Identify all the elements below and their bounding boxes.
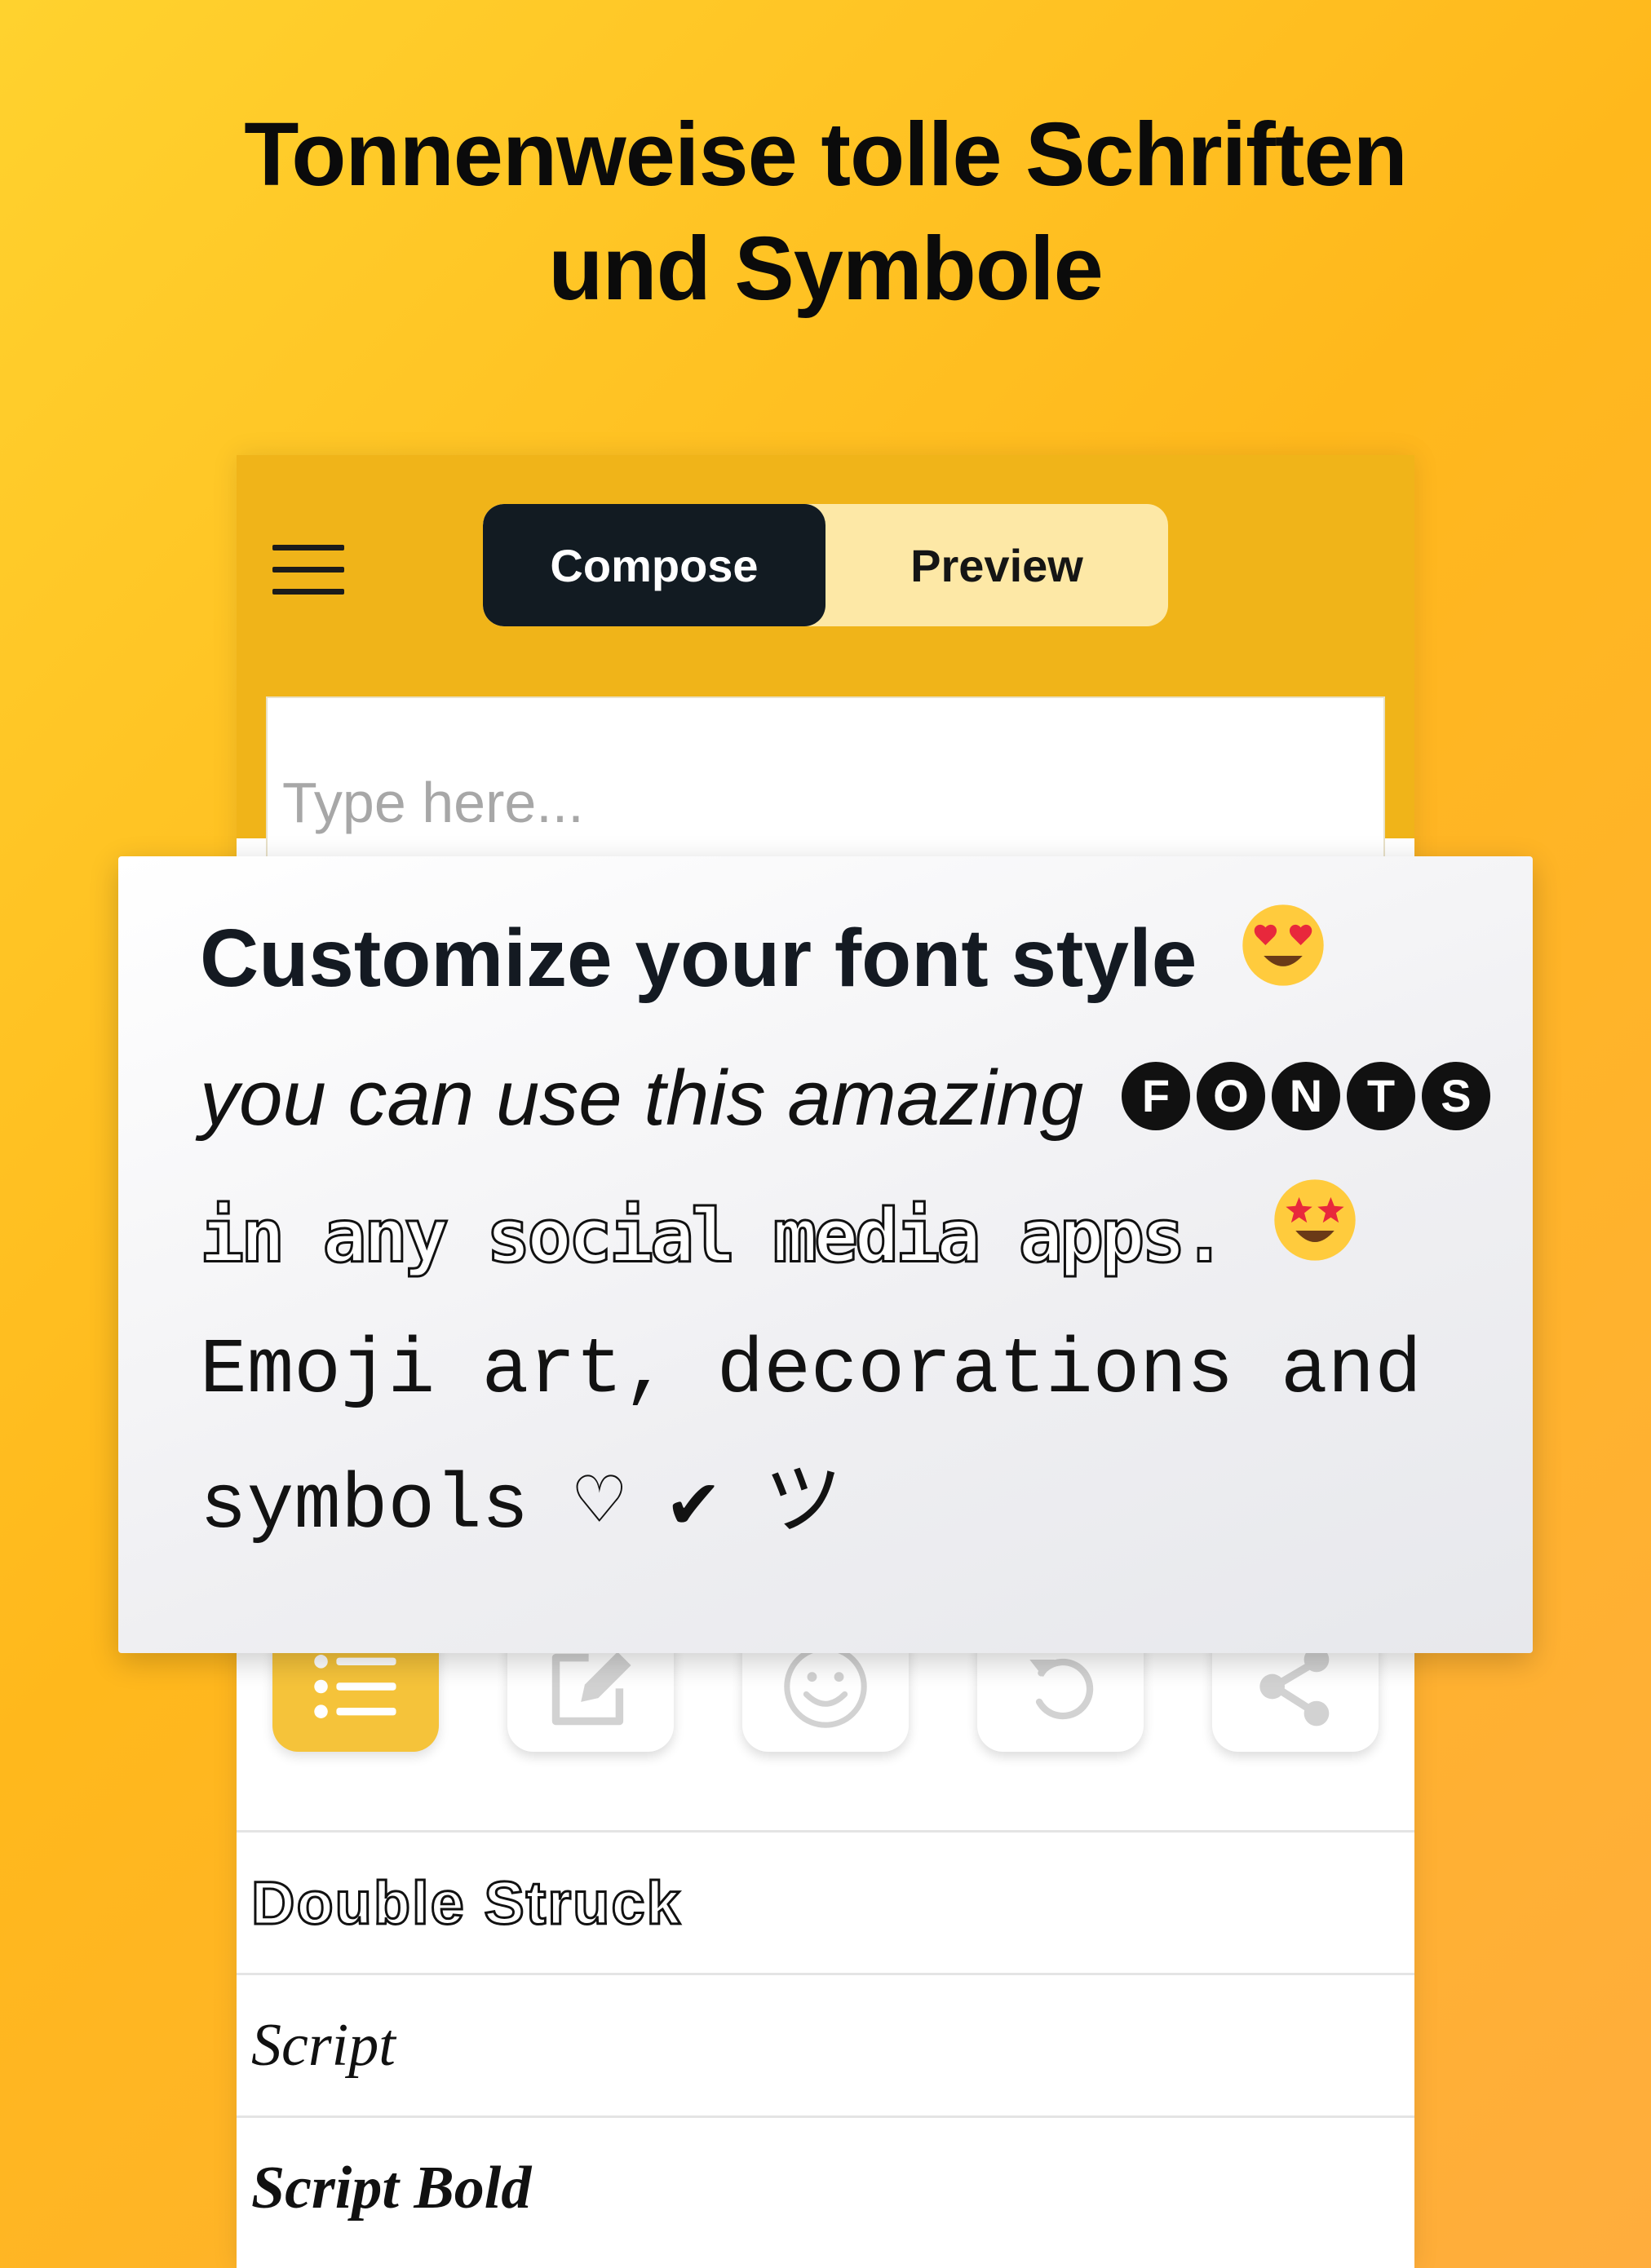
circled-letter-n: N <box>1271 1061 1340 1130</box>
card-line-5: symbols ♡ ✔ ツ <box>200 1461 843 1550</box>
star-struck-emoji-icon <box>1271 1176 1359 1293</box>
circled-letters: F O N T S <box>1121 1061 1490 1130</box>
tab-compose[interactable]: Compose <box>483 504 826 626</box>
app-bar: Compose Preview <box>237 455 1414 909</box>
circled-letter-o: O <box>1196 1061 1265 1130</box>
circled-letter-t: T <box>1346 1061 1415 1130</box>
tab-preview[interactable]: Preview <box>826 504 1168 626</box>
heart-eyes-emoji-icon <box>1239 901 1327 1015</box>
font-item-script[interactable]: Script <box>237 1973 1414 2115</box>
card-line-1-text: Customize your font style <box>200 913 1197 1004</box>
card-line-3-text: in any social media apps. <box>199 1192 1228 1280</box>
feature-card: Customize your font style you can use th… <box>118 856 1533 1653</box>
card-line-3: in any social media apps. <box>199 1179 1359 1299</box>
card-line-2: you can use this amazing F O N T S <box>200 1046 1490 1152</box>
font-list: Double Struck Script Script Bold <box>237 1830 1414 2258</box>
card-line-4: Emoji art, decorations and <box>200 1326 1422 1415</box>
font-item-script-bold[interactable]: Script Bold <box>237 2115 1414 2258</box>
headline-line-1: Tonnenweise tolle Schriften <box>244 104 1408 205</box>
circled-letter-s: S <box>1421 1061 1490 1130</box>
mode-switch: Compose Preview <box>483 504 1168 626</box>
card-line-2-text: you can use this amazing <box>200 1054 1084 1142</box>
menu-icon[interactable] <box>272 545 346 595</box>
headline: Tonnenweise tolle Schriften und Symbole <box>0 98 1651 326</box>
card-line-1: Customize your font style <box>200 904 1327 1021</box>
headline-line-2: und Symbole <box>548 219 1104 319</box>
circled-letter-f: F <box>1121 1061 1190 1130</box>
font-item-double-struck[interactable]: Double Struck <box>237 1830 1414 1973</box>
